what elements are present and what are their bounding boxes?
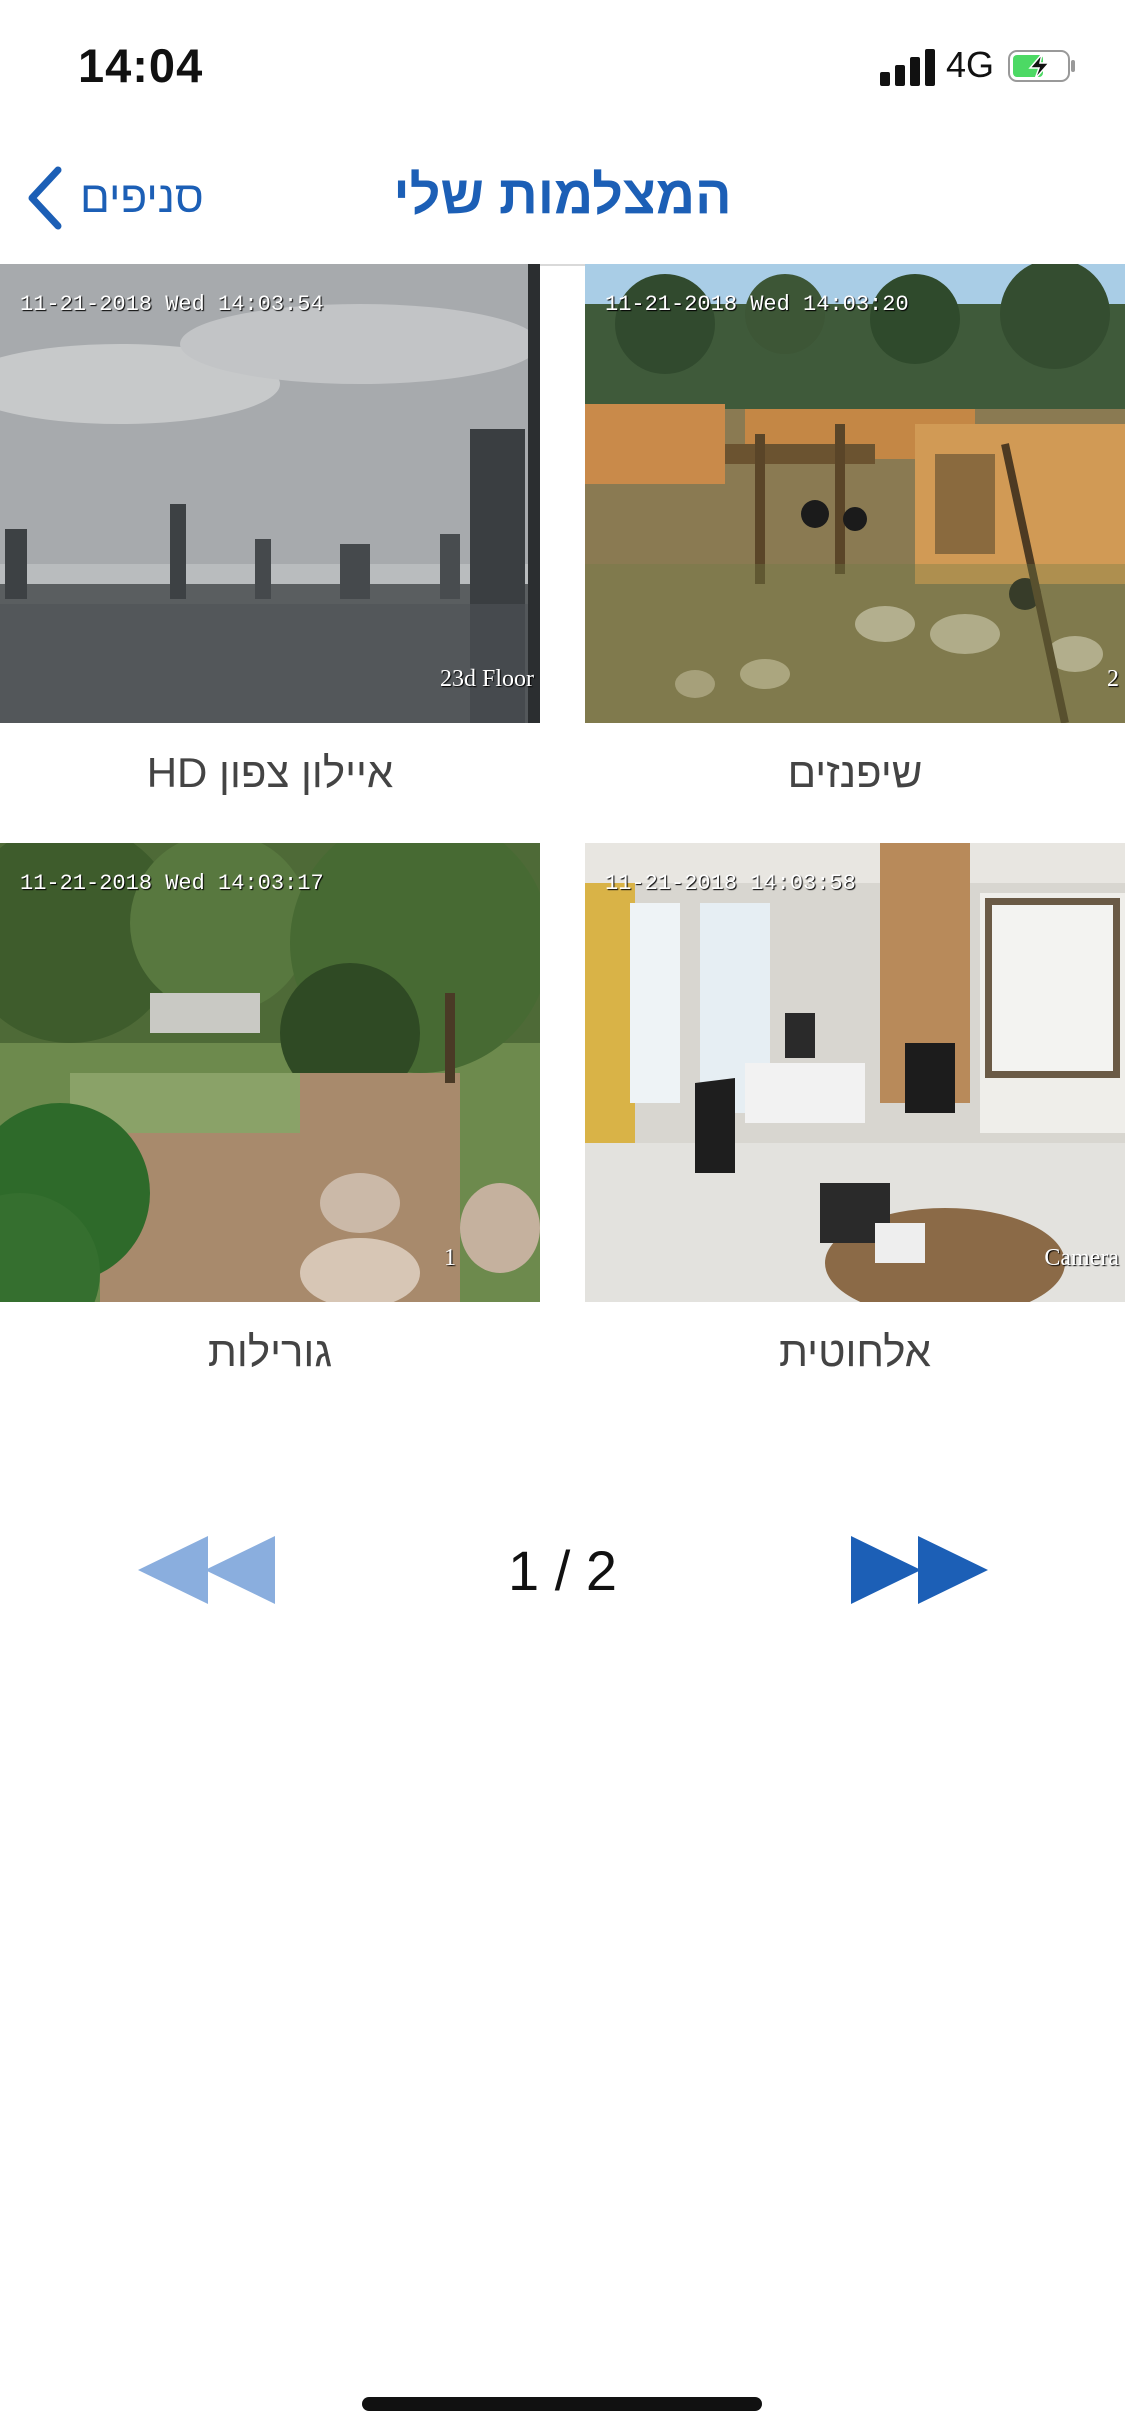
camera-thumbnail[interactable]: 11-21-2018 Wed 14:03:17 1 bbox=[0, 843, 540, 1302]
camera-image-gorilla-enclosure bbox=[0, 843, 540, 1302]
camera-overlay-label: 23d Floor bbox=[439, 666, 534, 692]
page-title: המצלמות שלי bbox=[393, 165, 732, 225]
battery-charging-icon bbox=[1008, 50, 1075, 82]
camera-thumbnail[interactable]: 11-21-2018 Wed 14:03:20 2 bbox=[585, 264, 1125, 723]
camera-thumbnail[interactable]: 11-21-2018 14:03:58 Camera bbox=[585, 843, 1125, 1302]
status-time: 14:04 bbox=[78, 39, 204, 92]
camera-name: אלחוטית bbox=[778, 1328, 931, 1375]
camera-overlay-label: 1 bbox=[444, 1245, 456, 1271]
camera-tile-chimpanzees[interactable]: 11-21-2018 Wed 14:03:20 2 שיפנזים bbox=[585, 264, 1125, 796]
home-indicator[interactable] bbox=[362, 2397, 762, 2411]
pagination: 1 / 2 bbox=[0, 1520, 1125, 1620]
camera-thumbnail[interactable]: 11-21-2018 Wed 14:03:54 23d Floor bbox=[0, 264, 540, 723]
camera-overlay-label: 2 bbox=[1107, 666, 1119, 692]
camera-image-office bbox=[585, 843, 1125, 1302]
camera-tile-ayalon-north[interactable]: 11-21-2018 Wed 14:03:54 23d Floor איילון… bbox=[0, 264, 540, 796]
camera-timestamp: 11-21-2018 Wed 14:03:20 bbox=[605, 292, 909, 317]
next-page-button[interactable] bbox=[848, 1532, 988, 1608]
camera-timestamp: 11-21-2018 Wed 14:03:54 bbox=[20, 292, 324, 317]
network-type: 4G bbox=[946, 44, 995, 85]
signal-icon bbox=[880, 48, 936, 86]
status-bar: 14:04 4G bbox=[0, 0, 1125, 130]
camera-name: איילון צפון HD bbox=[146, 749, 394, 796]
camera-timestamp: 11-21-2018 14:03:58 bbox=[605, 871, 856, 896]
fast-forward-icon bbox=[851, 1536, 988, 1604]
camera-tile-wireless[interactable]: 11-21-2018 14:03:58 Camera אלחוטית bbox=[585, 843, 1125, 1375]
camera-tile-gorillas[interactable]: 11-21-2018 Wed 14:03:17 1 גורילות bbox=[0, 843, 540, 1375]
camera-image-zoo-enclosure bbox=[585, 264, 1125, 723]
camera-name: גורילות bbox=[207, 1328, 333, 1375]
camera-image-city-skyline bbox=[0, 264, 540, 723]
navigation-bar: סניפים המצלמות שלי bbox=[0, 130, 1125, 266]
camera-name: שיפנזים bbox=[787, 749, 923, 796]
camera-timestamp: 11-21-2018 Wed 14:03:17 bbox=[20, 871, 324, 896]
camera-overlay-label: Camera bbox=[1044, 1245, 1119, 1271]
